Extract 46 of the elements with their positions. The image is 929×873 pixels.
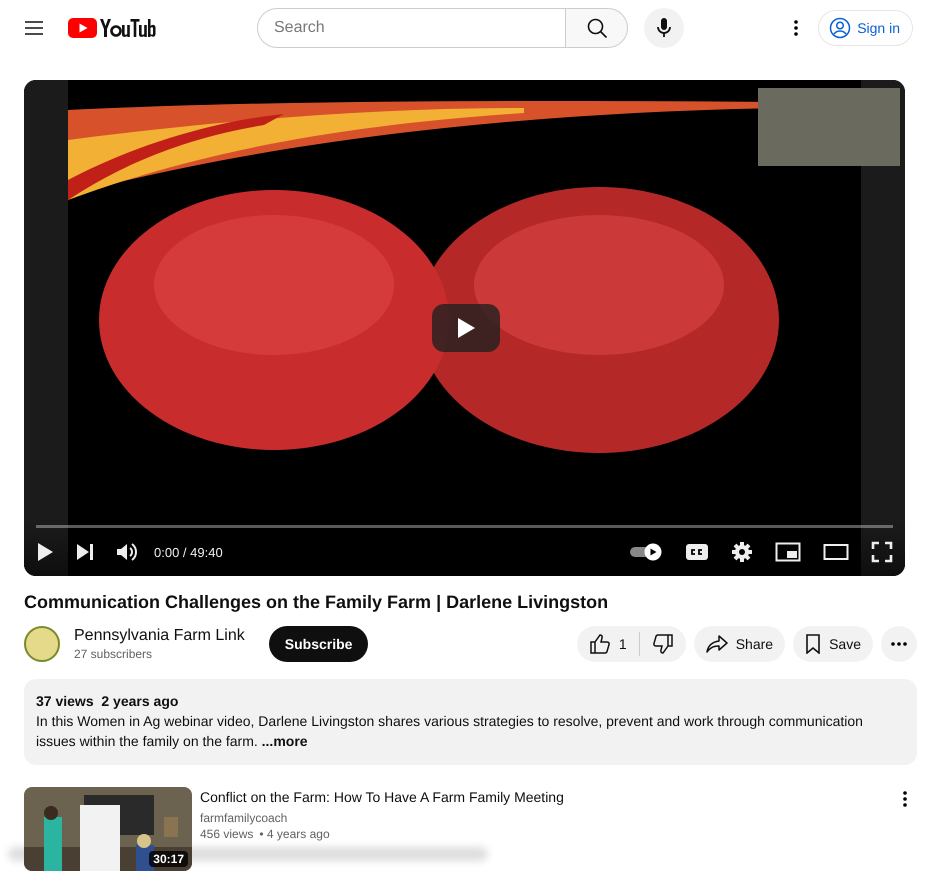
search-button[interactable] — [565, 8, 628, 48]
video-thumbnail[interactable]: 30:17 — [24, 787, 192, 871]
play-button[interactable] — [432, 304, 500, 352]
share-button[interactable]: Share — [694, 626, 786, 662]
microphone-button[interactable] — [644, 8, 684, 48]
captions-icon[interactable] — [685, 543, 709, 561]
miniplayer-icon[interactable] — [775, 542, 801, 562]
more-link[interactable]: ...more — [262, 733, 308, 749]
next-icon[interactable] — [76, 543, 94, 561]
video-duration: 30:17 — [149, 851, 188, 867]
logo-icon[interactable] — [68, 18, 158, 38]
search-field[interactable]: Search — [257, 8, 565, 48]
view-count: 456 views — [200, 827, 254, 841]
channel-avatar[interactable] — [24, 626, 60, 662]
menu-icon[interactable] — [24, 20, 44, 36]
volume-icon[interactable] — [116, 542, 138, 562]
theater-icon[interactable] — [823, 543, 849, 561]
subscriber-count: 27 subscribers — [74, 647, 154, 661]
account-icon — [829, 17, 852, 39]
subscribe-button[interactable]: Subscribe — [268, 626, 368, 662]
autoplay-toggle[interactable] — [629, 543, 663, 561]
search-icon — [586, 17, 608, 39]
microphone-icon — [657, 17, 671, 39]
more-icon — [891, 642, 907, 646]
upload-age: • 4 years ago — [259, 827, 330, 841]
play-icon[interactable] — [36, 542, 54, 562]
save-button[interactable]: Save — [793, 626, 873, 662]
view-stats: 37 views 2 years ago — [36, 692, 180, 711]
settings-icon[interactable] — [731, 541, 753, 563]
more-icon[interactable] — [794, 20, 798, 36]
thumbs-up-icon — [588, 633, 611, 655]
more-button[interactable] — [881, 626, 917, 662]
bookmark-icon — [805, 634, 822, 654]
description-text: In this Women in Ag webinar video, Darlene Livingston shares various strategies to resolve, prevent and work through communication issues within the family on the farm. ...more — [36, 712, 864, 751]
video-title: Communication Challenges on the Family Farm | Darlene Livingston — [24, 591, 610, 614]
fullscreen-icon[interactable] — [871, 541, 893, 563]
more-icon[interactable] — [903, 791, 907, 807]
description-panel[interactable]: 37 views 2 years ago In this Women in Ag webinar video, Darlene Livingston shares various strategies to resolve, prevent and work through communication issues within the family on the farm. ...more — [24, 679, 917, 765]
channel-name[interactable]: farmfamilycoach — [200, 811, 917, 825]
time-display: 0:00 / 49:40 — [154, 544, 223, 560]
sign-in-button[interactable]: Sign in — [818, 10, 913, 46]
channel-name[interactable]: Pennsylvania Farm Link — [74, 627, 245, 645]
video-title[interactable]: Conflict on the Farm: How To Have A Farm Family Meeting — [200, 787, 917, 807]
thumbs-down-icon — [652, 633, 674, 655]
share-icon — [706, 634, 728, 654]
play-icon — [456, 317, 476, 339]
